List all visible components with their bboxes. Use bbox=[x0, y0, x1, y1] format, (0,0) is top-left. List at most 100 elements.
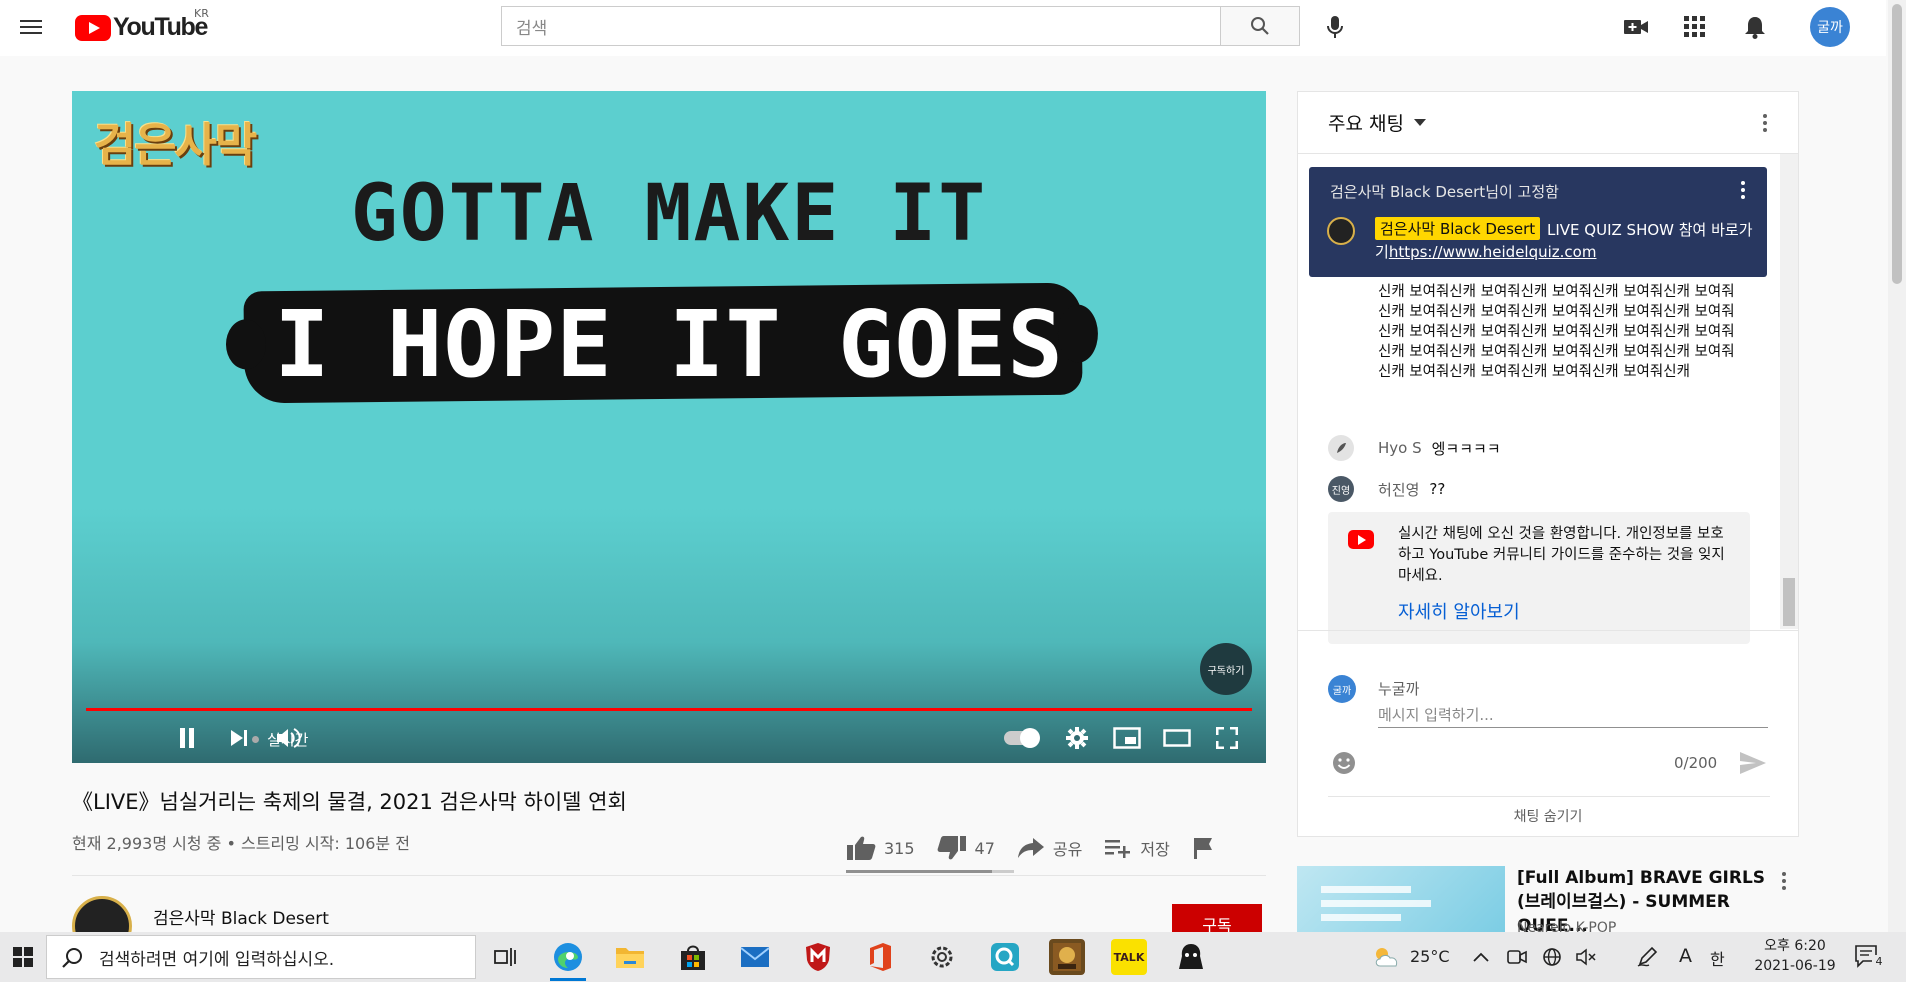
windows-icon bbox=[13, 947, 33, 967]
playlist-add-icon bbox=[1105, 840, 1131, 858]
apps-button[interactable] bbox=[1680, 12, 1710, 42]
feather-icon bbox=[1337, 443, 1346, 453]
welcome-text: 실시간 채팅에 오신 것을 환영합니다. 개인정보를 보호하고 YouTube … bbox=[1398, 526, 1725, 584]
page-scrollbar[interactable] bbox=[1888, 0, 1906, 932]
pinned-by-label: 검은사막 Black Desert님이 고정함 bbox=[1330, 183, 1559, 201]
emoji-icon[interactable] bbox=[1331, 750, 1357, 776]
store-app[interactable] bbox=[675, 939, 711, 975]
live-indicator[interactable]: 실시간 bbox=[252, 729, 308, 750]
recommended-thumbnail[interactable] bbox=[1297, 866, 1505, 932]
black-desert-app[interactable] bbox=[1173, 939, 1209, 975]
app-q[interactable] bbox=[987, 939, 1023, 975]
task-view-icon bbox=[494, 948, 516, 966]
video-title: 《LIVE》넘실거리는 축제의 물결, 2021 검은사막 하이델 연회 bbox=[72, 790, 627, 814]
youtube-play-icon bbox=[75, 14, 111, 41]
miniplayer-button[interactable] bbox=[1110, 721, 1144, 755]
save-button[interactable]: 저장 bbox=[1104, 836, 1170, 860]
office-app[interactable] bbox=[862, 939, 898, 975]
autoplay-toggle[interactable] bbox=[1004, 728, 1040, 748]
voice-search-button[interactable] bbox=[1318, 10, 1352, 44]
office-icon bbox=[870, 943, 891, 971]
taskbar-search-input[interactable]: 검색하려면 여기에 입력하십시오. bbox=[46, 935, 476, 979]
pen-workspace-button[interactable] bbox=[1632, 939, 1662, 975]
grid-icon bbox=[1684, 16, 1705, 37]
kakaotalk-app[interactable]: TALK bbox=[1111, 939, 1147, 975]
next-button[interactable] bbox=[222, 721, 256, 755]
owner-badge[interactable]: 검은사막 Black Desert bbox=[1375, 217, 1541, 240]
network-globe-icon bbox=[1543, 948, 1561, 966]
like-count: 315 bbox=[884, 838, 915, 858]
dislike-button[interactable]: 47 bbox=[937, 835, 995, 861]
chat-mode-selector[interactable]: 주요 채팅 bbox=[1328, 109, 1404, 136]
thumbs-down-icon bbox=[937, 836, 966, 860]
video-player[interactable]: 검은사막 GOTTA MAKE IT I HOPE IT GOES 구독하기 실… bbox=[72, 91, 1266, 763]
menu-icon[interactable] bbox=[18, 14, 44, 40]
ime-language[interactable]: 한 bbox=[1710, 946, 1725, 970]
start-button[interactable] bbox=[0, 932, 46, 982]
chat-scrollbar[interactable] bbox=[1780, 154, 1798, 629]
network-button[interactable] bbox=[1537, 939, 1567, 975]
fullscreen-button[interactable] bbox=[1210, 721, 1244, 755]
volume-tray-button[interactable] bbox=[1572, 939, 1602, 975]
edge-app[interactable] bbox=[550, 939, 586, 975]
notifications-button[interactable] bbox=[1740, 12, 1770, 42]
account-avatar[interactable]: 굴까 bbox=[1810, 7, 1850, 47]
channel-name[interactable]: 검은사막 Black Desert bbox=[153, 904, 329, 929]
gear-icon bbox=[1066, 727, 1088, 749]
chat-message-input[interactable]: 메시지 입력하기... bbox=[1378, 702, 1768, 728]
send-icon[interactable] bbox=[1738, 748, 1768, 778]
temperature[interactable]: 25°C bbox=[1410, 947, 1450, 966]
mcafee-app[interactable] bbox=[800, 939, 836, 975]
chat-author-name[interactable]: Hyo S bbox=[1378, 439, 1422, 457]
chevron-up-icon bbox=[1473, 952, 1489, 962]
file-explorer-app[interactable] bbox=[612, 939, 648, 975]
task-view-button[interactable] bbox=[487, 939, 523, 975]
hide-chat-button[interactable]: 채팅 숨기기 bbox=[1298, 806, 1798, 826]
recommended-channel[interactable]: Nearelo K-POP bbox=[1517, 920, 1616, 932]
ime-mode[interactable]: A bbox=[1679, 945, 1692, 967]
more-options-icon[interactable] bbox=[1763, 114, 1767, 132]
page-scrollbar-thumb[interactable] bbox=[1892, 4, 1902, 284]
character-counter: 0/200 bbox=[1674, 754, 1718, 772]
chat-author-name[interactable]: 허진영 bbox=[1378, 479, 1419, 500]
chat-divider bbox=[1298, 630, 1798, 631]
clock[interactable]: 오후 6:20 2021-06-19 bbox=[1750, 936, 1840, 976]
pen-icon bbox=[1637, 946, 1658, 967]
settings-app[interactable] bbox=[924, 939, 960, 975]
game-icon bbox=[1053, 943, 1081, 971]
learn-more-link[interactable]: 자세히 알아보기 bbox=[1398, 598, 1520, 624]
pinned-message-link[interactable]: https://www.heidelquiz.com bbox=[1389, 243, 1597, 261]
caret-down-icon[interactable] bbox=[1413, 119, 1426, 126]
share-button[interactable]: 공유 bbox=[1017, 836, 1082, 860]
clock-time: 오후 6:20 bbox=[1764, 938, 1826, 954]
create-button[interactable] bbox=[1621, 12, 1651, 42]
subscribe-watermark[interactable]: 구독하기 bbox=[1200, 643, 1252, 695]
action-center-button[interactable]: 4 bbox=[1854, 943, 1886, 971]
youtube-logo[interactable]: YouTube KR bbox=[75, 7, 209, 42]
search-button[interactable] bbox=[1220, 6, 1300, 46]
search-input[interactable]: 검색 bbox=[501, 6, 1221, 46]
pinned-more-icon[interactable] bbox=[1741, 181, 1745, 199]
clock-date: 2021-06-19 bbox=[1754, 958, 1836, 974]
game-app[interactable] bbox=[1049, 939, 1085, 975]
save-label: 저장 bbox=[1140, 840, 1170, 859]
like-button[interactable]: 315 bbox=[846, 835, 915, 861]
region-code: KR bbox=[194, 7, 209, 20]
meet-now-button[interactable] bbox=[1502, 939, 1532, 975]
q-app-icon bbox=[991, 943, 1019, 971]
theater-mode-button[interactable] bbox=[1160, 721, 1194, 755]
settings-button[interactable] bbox=[1060, 721, 1094, 755]
mail-app[interactable] bbox=[737, 939, 773, 975]
pinned-message: 검은사막 Black Desert님이 고정함 LIVE QUIZ SHOW 참… bbox=[1309, 167, 1767, 277]
report-button[interactable] bbox=[1192, 836, 1222, 860]
recommended-more-icon[interactable] bbox=[1782, 872, 1786, 890]
recommended-video[interactable]: [Full Album] BRAVE GIRLS (브레이브걸스) - SUMM… bbox=[1297, 866, 1797, 932]
tray-expand-button[interactable] bbox=[1466, 939, 1496, 975]
welcome-notice: 실시간 채팅에 오신 것을 환영합니다. 개인정보를 보호하고 YouTube … bbox=[1328, 512, 1750, 644]
progress-bar[interactable] bbox=[86, 708, 1252, 711]
pause-button[interactable] bbox=[170, 721, 204, 755]
weather-widget[interactable] bbox=[1370, 939, 1404, 975]
chat-scrollbar-thumb[interactable] bbox=[1783, 578, 1795, 626]
search-icon bbox=[62, 948, 82, 968]
dislike-count: 47 bbox=[974, 838, 995, 858]
